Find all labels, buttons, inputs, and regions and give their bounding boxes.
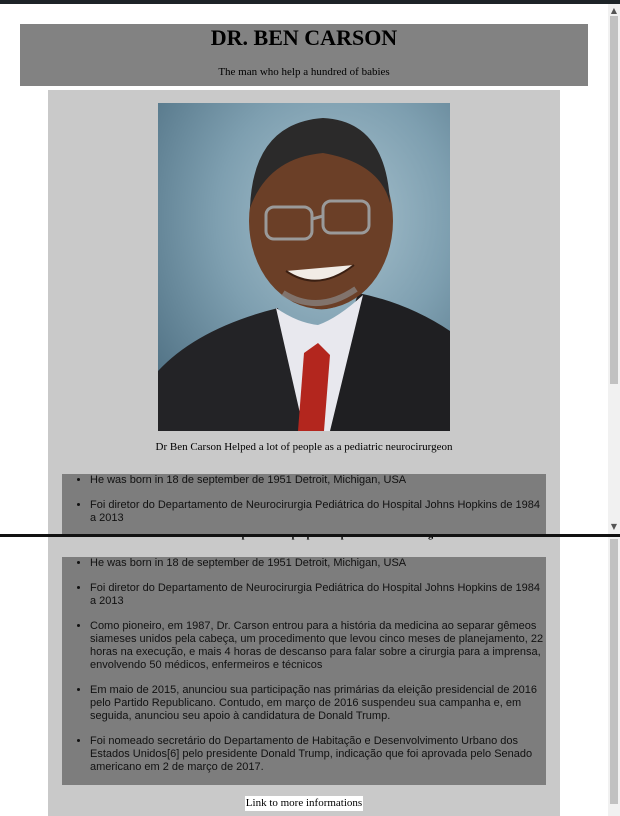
- portrait-image: [158, 103, 450, 431]
- facts-box-scrolled: He was born in 18 de september de 1951 D…: [62, 557, 546, 785]
- fact-item: Em maio de 2015, anunciou sua participaç…: [90, 684, 546, 723]
- page-subtitle: The man who help a hundred of babies: [218, 66, 390, 78]
- scroll-thumb[interactable]: [610, 539, 618, 804]
- viewport-top[interactable]: DR. BEN CARSON The man who help a hundre…: [0, 4, 620, 534]
- scroll-thumb[interactable]: [610, 16, 618, 384]
- scrollbar-bottom[interactable]: [608, 537, 620, 816]
- facts-box: He was born in 18 de september de 1951 D…: [62, 474, 546, 534]
- viewport-bottom[interactable]: Dr Ben Carson Helped a lot of people as …: [0, 537, 620, 816]
- portrait-caption: Dr Ben Carson Helped a lot of people as …: [155, 441, 453, 453]
- fact-item: He was born in 18 de september de 1951 D…: [90, 474, 546, 487]
- scrollbar-top[interactable]: ▲ ▼: [608, 4, 620, 534]
- fact-item: Foi nomeado secretário do Departamento d…: [90, 735, 546, 774]
- fact-item: Foi diretor do Departamento de Neurociru…: [90, 582, 546, 608]
- fact-item: Como pioneiro, em 1987, Dr. Carson entro…: [90, 620, 546, 672]
- fact-item: Foi diretor do Departamento de Neurociru…: [90, 499, 546, 525]
- main-content-scrolled: Dr Ben Carson Helped a lot of people as …: [48, 537, 560, 816]
- portrait-caption-partial: Dr Ben Carson Helped a lot of people as …: [48, 537, 560, 540]
- scroll-up-icon[interactable]: ▲: [608, 6, 620, 16]
- more-info-link[interactable]: Link to more informations: [245, 796, 363, 811]
- main-content: Dr Ben Carson Helped a lot of people as …: [48, 90, 560, 534]
- scroll-down-icon[interactable]: ▼: [608, 522, 620, 532]
- fact-item: He was born in 18 de september de 1951 D…: [90, 557, 546, 570]
- page-title: DR. BEN CARSON: [210, 25, 398, 50]
- page-header: DR. BEN CARSON The man who help a hundre…: [20, 24, 588, 86]
